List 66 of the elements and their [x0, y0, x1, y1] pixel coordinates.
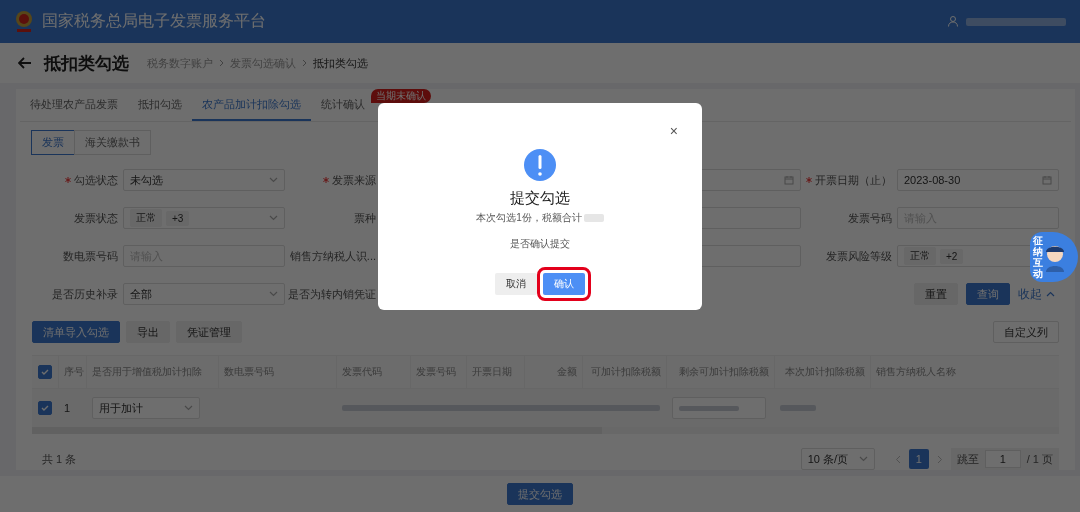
jump-label: 跳至	[956, 451, 979, 467]
status-badge: 当期未确认	[371, 89, 431, 103]
field-label: 发票风险等级	[826, 248, 892, 264]
table-cell: 1	[64, 402, 71, 414]
input-field[interactable]	[672, 397, 766, 419]
chevron-down-icon	[269, 215, 278, 221]
tab[interactable]: 抵扣勾选	[128, 89, 192, 121]
select-field[interactable]: 全部	[123, 283, 285, 305]
select-field[interactable]: 未勾选	[123, 169, 285, 191]
chevron-up-icon	[1046, 291, 1055, 297]
cancel-button[interactable]: 取消	[495, 273, 537, 295]
date-field[interactable]: 2023-08-30	[897, 169, 1059, 191]
field-label: 发票状态	[74, 210, 118, 226]
field-label: 是否历史补录	[52, 286, 118, 302]
field-label: 数电票号码	[63, 248, 118, 264]
chat-widget[interactable]: 征纳互动	[1030, 232, 1078, 282]
chevron-down-icon	[858, 456, 868, 462]
total-count: 共 1 条	[42, 451, 77, 467]
redacted-amount	[583, 214, 604, 222]
toolbar-button[interactable]: 凭证管理	[176, 321, 242, 343]
page-size-select[interactable]: 10 条/页	[800, 448, 875, 470]
toolbar-button[interactable]: 清单导入勾选	[32, 321, 120, 343]
tab[interactable]: 农产品加计扣除勾选	[192, 89, 311, 121]
emblem-logo	[14, 9, 34, 34]
user-icon[interactable]	[948, 16, 958, 27]
search-button[interactable]: 查询	[966, 283, 1010, 305]
segment-tab[interactable]: 海关缴款书	[74, 130, 151, 155]
submit-button[interactable]: 提交勾选	[507, 483, 573, 505]
calendar-icon	[784, 175, 794, 185]
chevron-down-icon	[269, 177, 278, 183]
checkbox[interactable]	[38, 365, 52, 379]
dialog-question: 是否确认提交	[510, 237, 570, 251]
platform-title: 国家税务总局电子发票服务平台	[42, 11, 266, 31]
select-field[interactable]: 用于加计	[92, 397, 200, 419]
calendar-icon	[1042, 175, 1052, 185]
segment-tab[interactable]: 发票	[31, 130, 75, 155]
dialog-message: 本次勾选1份，税额合计	[476, 211, 582, 225]
redacted-values	[679, 405, 739, 411]
dialog-title: 提交勾选	[510, 189, 570, 208]
info-icon	[524, 149, 556, 181]
checkbox[interactable]	[38, 401, 52, 415]
breadcrumb-chevron-icon	[219, 59, 224, 67]
field-label: 销售方纳税人识...	[289, 248, 376, 264]
toolbar-button[interactable]: 导出	[126, 321, 170, 343]
checkmark-icon	[41, 404, 49, 412]
collapse-link[interactable]: 收起	[1018, 285, 1055, 303]
customize-columns-button[interactable]: 自定义列	[993, 321, 1059, 343]
previous-page-icon[interactable]	[894, 454, 901, 464]
field-label: 发票号码	[848, 210, 892, 226]
select-field[interactable]: 正常 +3	[123, 207, 285, 229]
chevron-down-icon	[184, 405, 193, 411]
page-title: 抵扣类勾选	[44, 52, 129, 75]
page-count: / 1 页	[1026, 451, 1053, 467]
back-arrow-icon[interactable]	[18, 57, 32, 69]
field-label: 票种	[354, 210, 376, 226]
chevron-down-icon	[269, 291, 278, 297]
page-input[interactable]: 1	[984, 450, 1021, 468]
checkmark-icon	[41, 368, 49, 376]
next-page-icon[interactable]	[936, 454, 943, 464]
close-button[interactable]: ×	[669, 123, 678, 139]
page-number[interactable]: 1	[908, 449, 929, 469]
breadcrumb-chevron-icon	[302, 59, 307, 67]
reset-button[interactable]: 重置	[914, 283, 958, 305]
field-label: 是否为转内销凭证	[288, 286, 376, 302]
field-label: 勾选状态	[74, 172, 118, 188]
field-label: 发票来源	[332, 172, 376, 188]
